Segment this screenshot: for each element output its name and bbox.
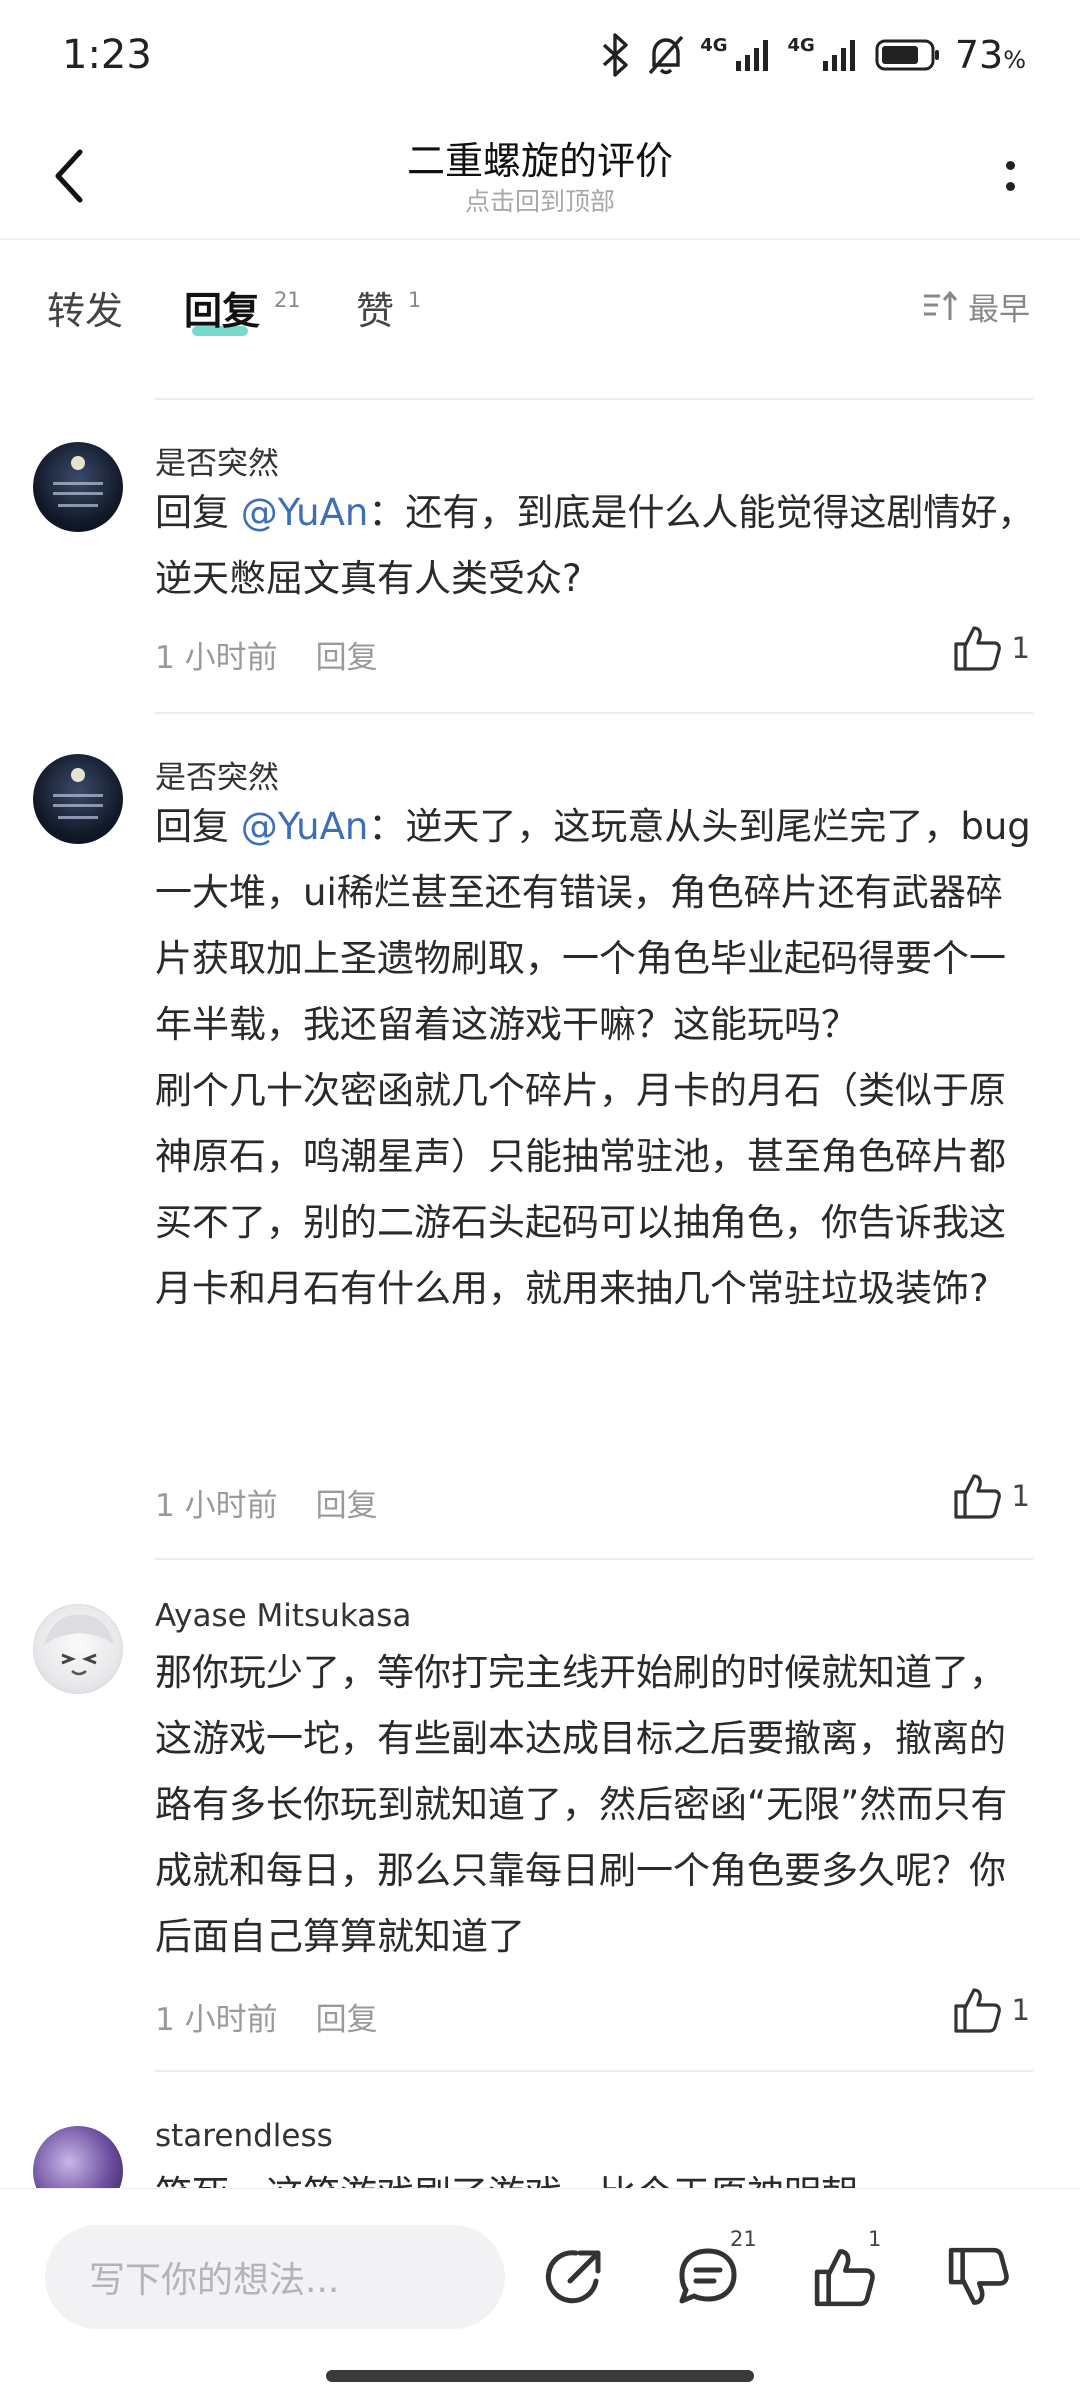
battery-icon — [875, 39, 939, 71]
divider — [155, 1558, 1033, 1560]
avatar-detail — [58, 816, 98, 819]
comment-author[interactable]: Ayase Mitsukasa — [155, 1598, 411, 1634]
battery-value: 73 — [954, 33, 1004, 77]
thumbs-down-icon — [948, 2247, 1009, 2305]
tab-likes[interactable]: 赞 1 — [356, 280, 421, 335]
comment-input[interactable]: 写下你的想法... — [45, 2225, 505, 2329]
tab-label: 转发 — [47, 289, 124, 333]
dislike-button[interactable] — [940, 2239, 1016, 2315]
network-type-label: 4G — [787, 34, 815, 56]
more-options-button[interactable] — [990, 144, 1030, 208]
reply-button[interactable]: 回复 — [316, 1994, 378, 2039]
comment-author[interactable]: 是否突然 — [155, 752, 279, 797]
mute-bell-icon — [648, 35, 684, 75]
tab-bar: 转发 回复 21 赞 1 最早 — [0, 240, 1080, 370]
divider — [155, 2070, 1033, 2072]
comment-meta: 1 小时前 回复 — [155, 1994, 378, 2039]
comment-text: 那你玩少了，等你打完主线开始刷的时候就知道了，这游戏一坨，有些副本达成目标之后要… — [155, 1651, 1008, 1958]
thumbs-up-icon — [953, 626, 1001, 671]
comment-text: 回复 @YuAn：还有，到底是什么人能觉得这剧情好，逆天憋屈文真有人类受众? — [155, 480, 1035, 612]
avatar-detail — [53, 482, 103, 485]
comment-text: 笑死，这笑游戏刷了游戏，比今天原神明朝 — [155, 2162, 1035, 2188]
reply-button[interactable]: 回复 — [316, 1480, 378, 1525]
more-dot — [1005, 182, 1015, 191]
reply-prefix: 回复 — [155, 805, 241, 848]
sort-button[interactable]: 最早 — [922, 284, 1030, 329]
divider — [155, 398, 1033, 400]
scroll-to-top-hint[interactable]: 点击回到顶部 — [0, 182, 1080, 218]
sort-icon — [924, 290, 958, 320]
comment-item: starendless 笑死，这笑游戏刷了游戏，比今天原神明朝 — [0, 2070, 1080, 2188]
battery-percent: 73% — [955, 33, 1026, 77]
comment-author[interactable]: starendless — [155, 2118, 333, 2154]
avatar-detail — [53, 794, 103, 797]
thumbs-up-icon — [953, 1474, 1001, 1519]
tab-label: 赞 — [356, 289, 395, 333]
like-count: 1 — [1011, 631, 1030, 665]
avatar-figure — [71, 456, 85, 470]
avatar-face — [44, 1614, 114, 1676]
avatar-figure — [71, 768, 85, 782]
like-count: 1 — [1011, 1479, 1030, 1513]
sort-label: 最早 — [968, 292, 1030, 328]
avatar-detail — [53, 804, 103, 807]
tab-repost[interactable]: 转发 — [47, 280, 123, 335]
comment-time: 1 小时前 — [155, 640, 278, 676]
comment-time: 1 小时前 — [155, 1488, 278, 1524]
like-count: 1 — [1011, 1993, 1030, 2027]
like-count-badge: 1 — [868, 2227, 882, 2251]
top-nav-bar: 二重螺旋的评价 点击回到顶部 — [0, 110, 1080, 240]
battery-unit: % — [1003, 46, 1026, 74]
comment-meta: 1 小时前 回复 — [155, 1480, 378, 1525]
avatar-detail — [53, 492, 103, 495]
comment-meta: 1 小时前 回复 — [155, 632, 378, 677]
avatar[interactable] — [33, 2126, 123, 2188]
reply-button[interactable]: 回复 — [316, 632, 378, 677]
like-button[interactable]: 1 — [952, 1472, 1030, 1520]
avatar[interactable] — [33, 442, 123, 532]
avatar[interactable] — [33, 754, 123, 844]
bluetooth-icon — [603, 33, 628, 77]
reply-prefix: 回复 — [155, 491, 241, 534]
comment-text: 回复 @YuAn：逆天了，这玩意从头到尾烂完了，bug一大堆，ui稀烂甚至还有错… — [155, 794, 1035, 1322]
comment-time: 1 小时前 — [155, 2002, 278, 2038]
like-button[interactable]: 1 — [952, 624, 1030, 672]
page-title[interactable]: 二重螺旋的评价 — [0, 130, 1080, 185]
comment-content: ：逆天了，这玩意从头到尾烂完了，bug一大堆，ui稀烂甚至还有错误，角色碎片还有… — [155, 805, 1031, 1310]
avatar[interactable] — [33, 1604, 123, 1694]
signal-icon — [735, 40, 768, 71]
status-bar: 1:23 4G 4G 73% — [0, 0, 1080, 110]
avatar-detail — [58, 504, 98, 507]
mention-link[interactable]: @YuAn — [241, 805, 369, 848]
comment-author[interactable]: 是否突然 — [155, 438, 279, 483]
tab-replies[interactable]: 回复 21 — [184, 280, 301, 336]
bottom-action-bar: 写下你的想法... 21 1 — [0, 2188, 1080, 2400]
divider — [155, 712, 1033, 714]
tab-label: 回复 — [184, 289, 261, 333]
home-indicator[interactable] — [326, 2370, 754, 2382]
more-dot — [1005, 161, 1015, 170]
status-time: 1:23 — [62, 32, 152, 78]
comment-bubble-icon — [679, 2248, 737, 2304]
mention-link[interactable]: @YuAn — [241, 491, 369, 534]
signal-icon — [822, 40, 855, 71]
thumbs-up-icon — [814, 2249, 875, 2307]
share-icon — [545, 2250, 601, 2304]
comment-count-badge: 21 — [730, 2227, 757, 2251]
status-icons: 4G 4G 73% — [598, 30, 1026, 80]
network-type-label: 4G — [700, 34, 728, 56]
tab-count: 1 — [408, 288, 422, 312]
thumbs-up-icon — [953, 1988, 1001, 2033]
tab-count: 21 — [274, 288, 301, 312]
like-button[interactable]: 1 — [952, 1986, 1030, 2034]
share-button[interactable] — [536, 2239, 612, 2315]
